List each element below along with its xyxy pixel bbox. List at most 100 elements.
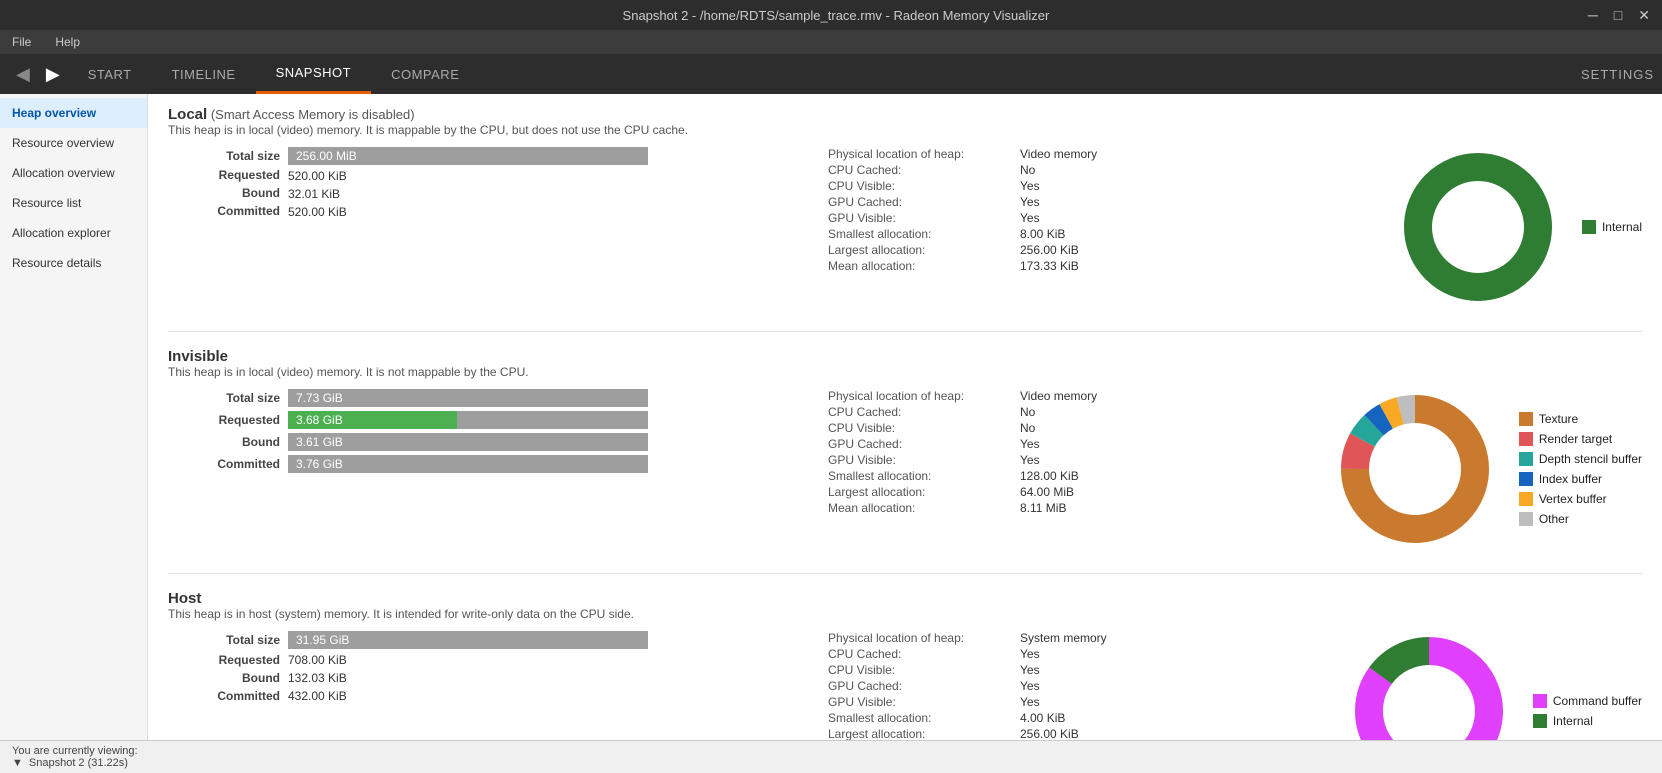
invis-smallest-label: Smallest allocation: [828, 469, 1008, 483]
host-donut-chart [1349, 631, 1509, 740]
host-bound-label: Bound [168, 671, 288, 685]
sidebar-item-resource-list[interactable]: Resource list [0, 188, 147, 218]
local-mean-value: 173.33 KiB [1020, 259, 1228, 273]
host-phys-loc-value: System memory [1020, 631, 1228, 645]
host-cpu-cached-value: Yes [1020, 647, 1228, 661]
local-smallest-value: 8.00 KiB [1020, 227, 1228, 241]
local-gpu-cached-value: Yes [1020, 195, 1228, 209]
window-title: Snapshot 2 - /home/RDTS/sample_trace.rmv… [88, 8, 1584, 23]
host-cpu-cached-label: CPU Cached: [828, 647, 1008, 661]
invis-mean-value: 8.11 MiB [1020, 501, 1228, 515]
heap-local-title: Local (Smart Access Memory is disabled) [168, 106, 1642, 123]
host-gpu-cached-value: Yes [1020, 679, 1228, 693]
host-cpu-visible-value: Yes [1020, 663, 1228, 677]
invis-phys-loc-value: Video memory [1020, 389, 1228, 403]
invis-legend-texture-color [1519, 412, 1533, 426]
host-chart-area: Command buffer Internal [1349, 631, 1642, 740]
invis-legend-vertex: Vertex buffer [1519, 492, 1642, 506]
local-committed-value: 520.00 KiB [288, 205, 347, 219]
nav-forward-arrow[interactable]: ▶ [38, 60, 68, 89]
local-chart-area: Internal [1398, 147, 1642, 307]
local-gpu-visible-label: GPU Visible: [828, 211, 1008, 225]
status-viewing-label: You are currently viewing: [12, 745, 1650, 757]
content-inner: Local (Smart Access Memory is disabled) … [148, 94, 1662, 740]
local-cpu-cached-label: CPU Cached: [828, 163, 1008, 177]
maximize-button[interactable]: □ [1610, 7, 1626, 24]
host-legend-cmd-label: Command buffer [1553, 694, 1642, 708]
local-cpu-visible-label: CPU Visible: [828, 179, 1008, 193]
invis-req-value: 3.68 GiB [288, 413, 343, 427]
invis-legend-render-label: Render target [1539, 432, 1612, 446]
tab-compare[interactable]: COMPARE [371, 54, 479, 94]
heap-local-desc: This heap is in local (video) memory. It… [168, 123, 1642, 137]
invis-gpu-cached-value: Yes [1020, 437, 1228, 451]
invis-donut-chart [1335, 389, 1495, 549]
settings-link[interactable]: SETTINGS [1581, 67, 1654, 82]
sidebar-item-allocation-explorer[interactable]: Allocation explorer [0, 218, 147, 248]
host-gpu-visible-label: GPU Visible: [828, 695, 1008, 709]
host-gpu-visible-value: Yes [1020, 695, 1228, 709]
local-largest-label: Largest allocation: [828, 243, 1008, 257]
heap-local-name: Local [168, 106, 207, 123]
window-controls[interactable]: ─ □ ✕ [1584, 7, 1654, 24]
host-largest-label: Largest allocation: [828, 727, 1008, 740]
tab-timeline[interactable]: TIMELINE [152, 54, 256, 94]
invis-legend-other-label: Other [1539, 512, 1569, 526]
sidebar: Heap overview Resource overview Allocati… [0, 94, 148, 740]
local-total-value: 256.00 MiB [288, 149, 357, 163]
invis-committed-label: Committed [168, 457, 288, 471]
host-bound-value: 132.03 KiB [288, 671, 347, 685]
local-info-grid: Physical location of heap: Video memory … [828, 147, 1228, 273]
local-gpu-visible-value: Yes [1020, 211, 1228, 225]
status-snapshot-value: Snapshot 2 (31.22s) [29, 757, 128, 769]
invis-legend: Texture Render target Depth stencil buff… [1519, 412, 1642, 526]
local-cpu-cached-value: No [1020, 163, 1228, 177]
invis-bound-label: Bound [168, 435, 288, 449]
invis-legend-render: Render target [1519, 432, 1642, 446]
invis-total-label: Total size [168, 391, 288, 405]
invis-legend-depth: Depth stencil buffer [1519, 452, 1642, 466]
sidebar-item-heap-overview[interactable]: Heap overview [0, 98, 147, 128]
minimize-button[interactable]: ─ [1584, 7, 1602, 24]
invis-bound-value: 3.61 GiB [288, 435, 343, 449]
host-legend-internal-color [1533, 714, 1547, 728]
sidebar-item-resource-overview[interactable]: Resource overview [0, 128, 147, 158]
host-phys-loc-label: Physical location of heap: [828, 631, 1008, 645]
sidebar-item-resource-details[interactable]: Resource details [0, 248, 147, 278]
invis-legend-index: Index buffer [1519, 472, 1642, 486]
tab-snapshot[interactable]: SNAPSHOT [256, 54, 372, 94]
host-legend-cmd-color [1533, 694, 1547, 708]
invis-cpu-cached-value: No [1020, 405, 1228, 419]
local-req-label: Requested [168, 168, 288, 182]
invis-total-value: 7.73 GiB [288, 391, 343, 405]
invis-legend-texture-label: Texture [1539, 412, 1578, 426]
title-bar: Snapshot 2 - /home/RDTS/sample_trace.rmv… [0, 0, 1662, 30]
local-gpu-cached-label: GPU Cached: [828, 195, 1008, 209]
local-smallest-label: Smallest allocation: [828, 227, 1008, 241]
host-total-label: Total size [168, 633, 288, 647]
local-legend: Internal [1582, 220, 1642, 234]
nav-bar: ◀ ▶ START TIMELINE SNAPSHOT COMPARE SETT… [0, 54, 1662, 94]
invis-smallest-value: 128.00 KiB [1020, 469, 1228, 483]
nav-back-arrow[interactable]: ◀ [8, 60, 38, 89]
local-legend-internal: Internal [1582, 220, 1642, 234]
sidebar-item-allocation-overview[interactable]: Allocation overview [0, 158, 147, 188]
divider-1 [168, 331, 1642, 332]
invis-gpu-cached-label: GPU Cached: [828, 437, 1008, 451]
invis-largest-value: 64.00 MiB [1020, 485, 1228, 499]
menu-file[interactable]: File [8, 33, 35, 51]
menu-help[interactable]: Help [51, 33, 84, 51]
host-legend-internal-label: Internal [1553, 714, 1593, 728]
invis-legend-index-color [1519, 472, 1533, 486]
host-smallest-label: Smallest allocation: [828, 711, 1008, 725]
invis-req-label: Requested [168, 413, 288, 427]
local-phys-loc-label: Physical location of heap: [828, 147, 1008, 161]
close-button[interactable]: ✕ [1634, 7, 1654, 24]
snapshot-arrow-icon: ▼ [12, 757, 23, 769]
tab-start[interactable]: START [68, 54, 152, 94]
status-bar: You are currently viewing: ▼ Snapshot 2 … [0, 740, 1662, 773]
invis-legend-other: Other [1519, 512, 1642, 526]
local-committed-label: Committed [168, 204, 288, 218]
invis-legend-render-color [1519, 432, 1533, 446]
invis-committed-value: 3.76 GiB [288, 457, 343, 471]
